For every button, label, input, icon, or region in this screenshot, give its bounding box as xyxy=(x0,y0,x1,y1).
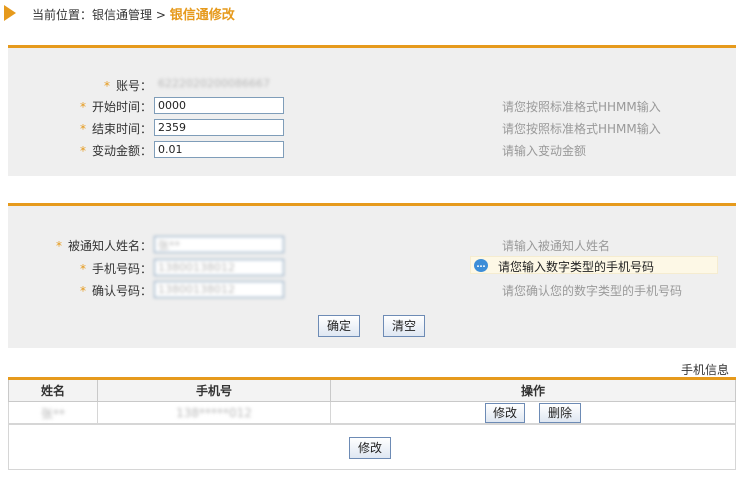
cell-name: 张** xyxy=(8,401,98,425)
row-delete-button[interactable]: 删除 xyxy=(539,403,581,423)
row-edit-button[interactable]: 修改 xyxy=(485,403,525,423)
table-footer: 修改 xyxy=(8,423,736,470)
clear-button[interactable]: 清空 xyxy=(383,315,425,337)
end-time-label: * 结束时间： xyxy=(79,122,152,136)
end-time-hint: 请您按照标准格式HHMM输入 xyxy=(502,122,661,136)
account-row: * 账号： 6222020200086667 xyxy=(8,76,736,94)
start-time-hint: 请您按照标准格式HHMM输入 xyxy=(502,100,661,114)
table-row: 张** 138*****012 修改 删除 xyxy=(8,401,736,425)
notify-name-row: *被通知人姓名： 请输入被通知人姓名 xyxy=(8,236,736,254)
header-actions: 操作 xyxy=(330,377,736,402)
speech-bubble-icon: … xyxy=(474,259,488,272)
breadcrumb-text: 当前位置：银信通管理 > 银信通修改 xyxy=(32,4,235,23)
start-time-label: * 开始时间： xyxy=(79,100,152,114)
start-time-input[interactable] xyxy=(154,97,284,114)
amount-hint: 请输入变动金额 xyxy=(502,144,587,158)
footer-edit-button[interactable]: 修改 xyxy=(349,437,391,459)
notify-contact-panel: *被通知人姓名： 请输入被通知人姓名 *手机号码： … 请您输入数字类型的手机号… xyxy=(8,203,736,348)
breadcrumb-prefix: 当前位置： xyxy=(32,8,93,22)
mobile-tooltip-text: 请您输入数字类型的手机号码 xyxy=(498,260,655,274)
confirm-row: *确认号码： 请您确认您的数字类型的手机号码 xyxy=(8,281,736,299)
breadcrumb-section[interactable]: 银信通管理 xyxy=(92,8,152,22)
notify-name-hint: 请输入被通知人姓名 xyxy=(502,239,611,253)
phone-table: 姓名 手机号 操作 张** 138*****012 修改 删除 xyxy=(8,377,736,425)
confirm-button[interactable]: 确定 xyxy=(318,315,360,337)
header-phone: 手机号 xyxy=(97,377,331,402)
account-value: 6222020200086667 xyxy=(158,77,270,90)
cell-phone: 138*****012 xyxy=(97,401,331,425)
header-name: 姓名 xyxy=(8,377,98,402)
triangle-right-icon xyxy=(4,5,16,21)
mobile-input[interactable] xyxy=(154,259,284,276)
amount-row: *变动金额： 请输入变动金额 xyxy=(8,141,736,159)
cell-actions: 修改 删除 xyxy=(330,401,736,425)
page-title: 银信通修改 xyxy=(169,8,235,23)
breadcrumb: 当前位置：银信通管理 > 银信通修改 xyxy=(0,0,745,24)
mobile-row: *手机号码： … 请您输入数字类型的手机号码 xyxy=(8,256,736,277)
start-time-row: *开始时间： 请您按照标准格式HHMM输入 xyxy=(8,97,736,115)
mobile-tooltip: … 请您输入数字类型的手机号码 xyxy=(470,256,718,274)
table-header-row: 姓名 手机号 操作 xyxy=(8,377,736,402)
amount-label: * 变动金额： xyxy=(79,144,152,158)
end-time-row: *结束时间： 请您按照标准格式HHMM输入 xyxy=(8,119,736,137)
account-label: * 账号： xyxy=(103,79,152,93)
breadcrumb-separator: > xyxy=(155,8,166,22)
phone-table-caption: 手机信息 xyxy=(680,363,729,377)
account-settings-panel: *账号： 6222020200086667 *开始时间： 请您按照标准格式HHM… xyxy=(8,45,736,176)
mobile-label: * 手机号码： xyxy=(79,262,152,276)
end-time-input[interactable] xyxy=(154,119,284,136)
notify-name-input[interactable] xyxy=(154,236,284,253)
confirm-label: * 确认号码： xyxy=(79,284,152,298)
notify-name-label: * 被通知人姓名： xyxy=(55,239,152,253)
confirm-input[interactable] xyxy=(154,281,284,298)
confirm-hint: 请您确认您的数字类型的手机号码 xyxy=(502,284,683,298)
amount-input[interactable] xyxy=(154,141,284,158)
